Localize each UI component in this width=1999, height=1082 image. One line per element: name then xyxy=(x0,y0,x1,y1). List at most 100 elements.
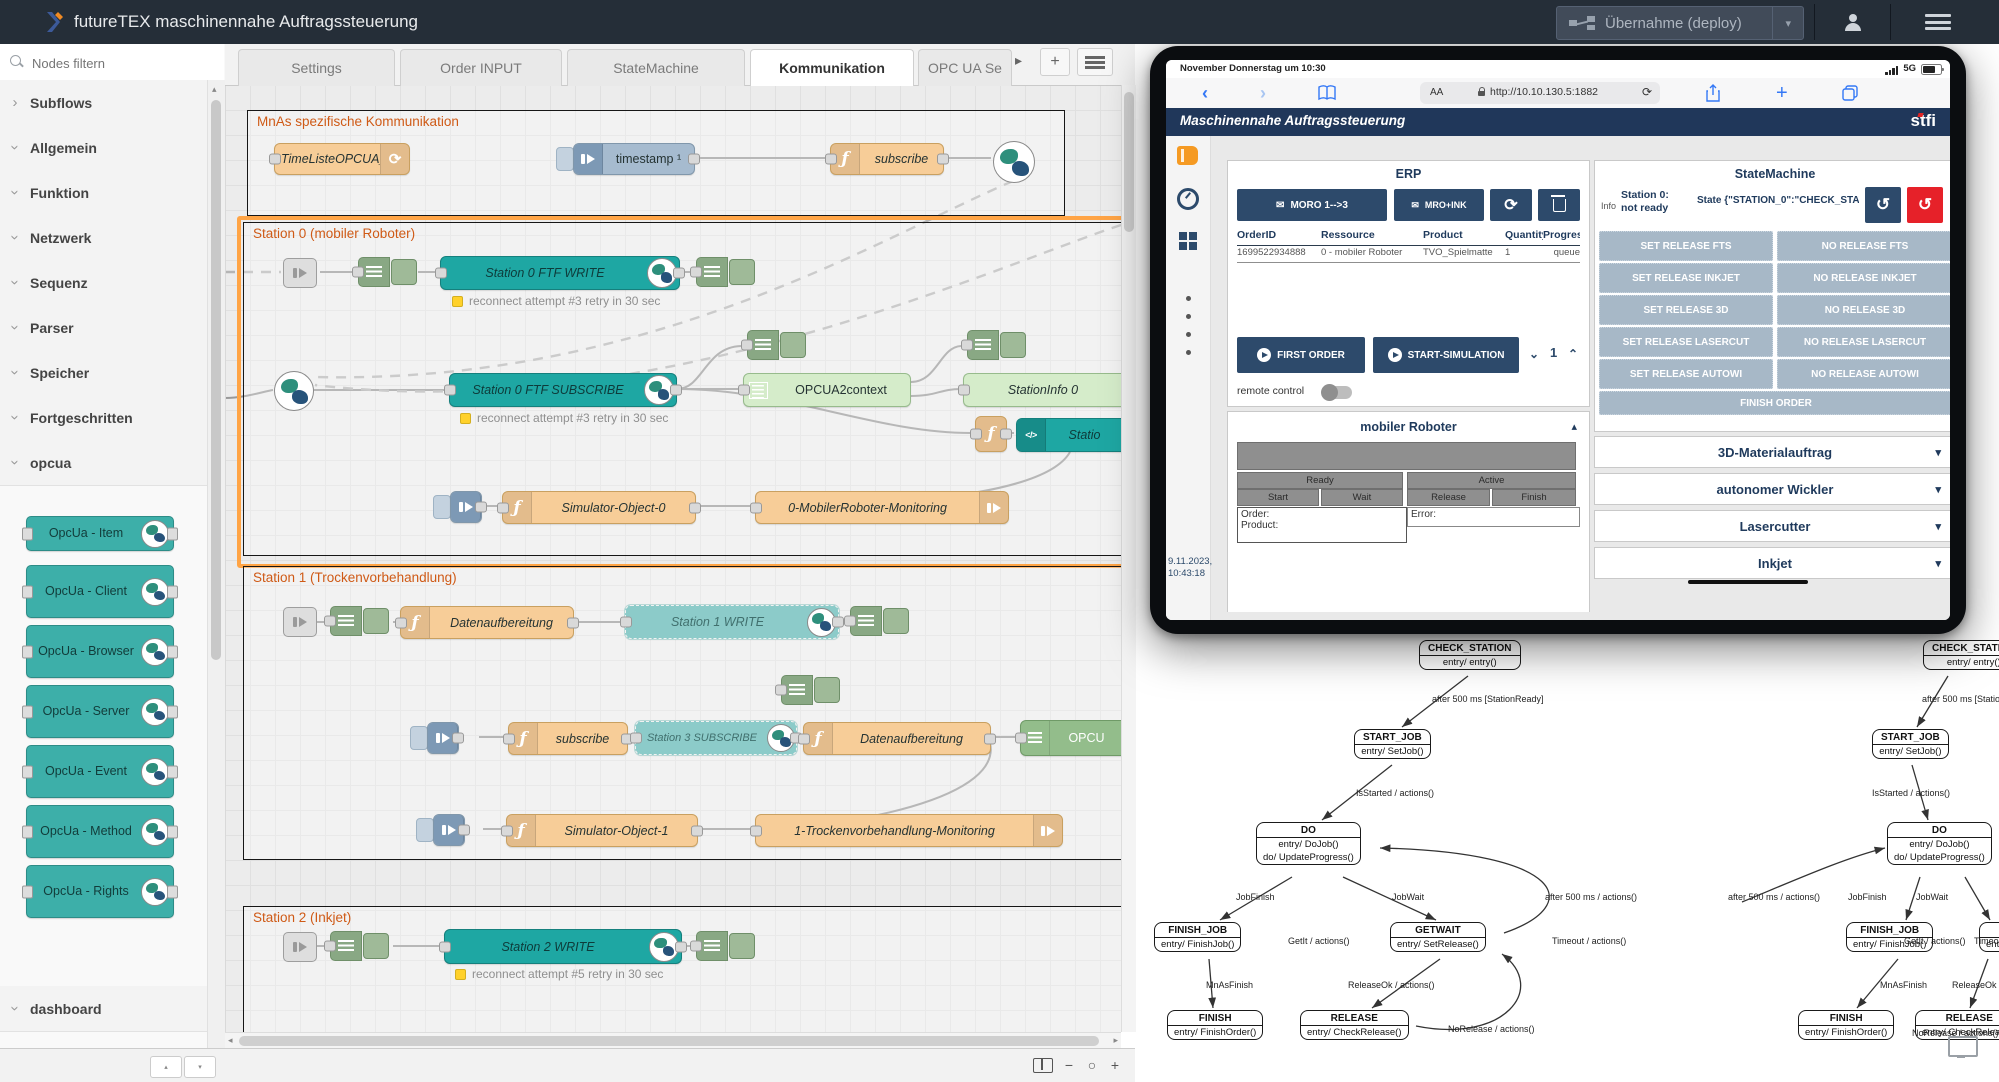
remote-control-toggle[interactable] xyxy=(1322,386,1352,399)
debug-toggle-button[interactable] xyxy=(391,259,417,285)
no-release-inkjet-button[interactable]: NO RELEASE INKJET xyxy=(1777,263,1950,293)
no-release-3d-button[interactable]: NO RELEASE 3D xyxy=(1777,295,1950,325)
canvas-horizontal-scrollbar[interactable]: ◂▸ xyxy=(225,1032,1121,1049)
active-button[interactable]: Active xyxy=(1407,472,1576,489)
node-inject[interactable] xyxy=(433,814,465,846)
scrollbar-thumb[interactable] xyxy=(1124,92,1134,232)
palette-category-netzwerk[interactable]: ›Netzwerk xyxy=(0,215,207,261)
zoom-out-button[interactable]: − xyxy=(1058,1054,1080,1076)
node-mobilerroboter-monitoring[interactable]: 0-MobilerRoboter-Monitoring xyxy=(755,491,1009,524)
node-debug[interactable] xyxy=(330,932,389,960)
zoom-reset-button[interactable]: ○ xyxy=(1081,1054,1103,1076)
palette-category-parser[interactable]: ›Parser xyxy=(0,305,207,351)
node-function-subscribe[interactable]: ƒsubscribe xyxy=(830,143,944,175)
node-link-in[interactable] xyxy=(283,607,317,637)
node-function-subscribe[interactable]: ƒsubscribe xyxy=(508,722,628,755)
count-decrement[interactable]: ⌄ xyxy=(1529,347,1539,361)
accordion-inkjet[interactable]: Inkjet▾ xyxy=(1594,547,1950,579)
refresh-orders-button[interactable]: ⟳ xyxy=(1490,189,1532,221)
palette-node-opcua-rights[interactable]: OpcUa - Rights xyxy=(26,865,174,918)
accordion-3d-materialauftrag[interactable]: 3D-Materialauftrag▾ xyxy=(1594,436,1950,468)
tab-order-input[interactable]: Order INPUT xyxy=(400,49,562,86)
no-release-autowi-button[interactable]: NO RELEASE AUTOWI xyxy=(1777,359,1950,389)
first-order-button[interactable]: FIRST ORDER xyxy=(1237,337,1365,373)
node-debug[interactable] xyxy=(696,258,755,286)
debug-toggle-button[interactable] xyxy=(363,933,389,959)
add-flow-button[interactable]: + xyxy=(1040,48,1070,76)
debug-toggle-button[interactable] xyxy=(780,332,806,358)
wait-button[interactable]: Wait xyxy=(1321,489,1403,506)
tab-settings[interactable]: Settings xyxy=(238,49,395,86)
back-button[interactable]: ‹ xyxy=(1202,78,1208,108)
finish-button[interactable]: Finish xyxy=(1492,489,1576,506)
orders-book-icon[interactable] xyxy=(1177,146,1198,165)
deploy-button[interactable]: Übernahme (deploy) ▾ xyxy=(1556,6,1804,40)
node-link-in[interactable] xyxy=(283,258,317,288)
new-tab-button[interactable]: + xyxy=(1776,78,1788,108)
search-input[interactable] xyxy=(30,51,214,75)
node-inject-timestamp[interactable]: timestamp ¹ xyxy=(573,143,695,175)
inject-button[interactable] xyxy=(410,726,428,750)
palette-node-opcua-method[interactable]: OpcUa - Method xyxy=(26,805,174,858)
set-release-3d-button[interactable]: SET RELEASE 3D xyxy=(1599,295,1773,325)
delete-orders-button[interactable] xyxy=(1538,189,1580,221)
node-station3-subscribe-disabled[interactable]: Station 3 SUBSCRIBE xyxy=(635,721,797,755)
expand-all-button[interactable]: ▾ xyxy=(184,1056,216,1078)
accordion-autonomer-wickler[interactable]: autonomer Wickler▾ xyxy=(1594,473,1950,505)
scroll-up-icon[interactable]: ▴ xyxy=(212,84,217,95)
gauge-icon[interactable] xyxy=(1177,188,1199,210)
palette-node-opcua-item[interactable]: OpcUa - Item xyxy=(26,516,174,551)
node-template-station[interactable]: </>Statio xyxy=(1016,418,1121,452)
inject-button[interactable] xyxy=(556,147,574,171)
node-debug[interactable] xyxy=(696,932,755,960)
node-inject[interactable] xyxy=(450,491,482,523)
palette-node-opcua-client[interactable]: OpcUa - Client xyxy=(26,565,174,618)
node-opcua2context[interactable]: OPCUA2context xyxy=(743,373,911,407)
collapse-all-button[interactable]: ▴ xyxy=(150,1056,182,1078)
node-datenaufbereitung[interactable]: ƒDatenaufbereitung xyxy=(803,722,991,755)
tab-statemachine[interactable]: StateMachine xyxy=(567,49,745,86)
tab-kommunikation[interactable]: Kommunikation xyxy=(750,49,914,86)
no-release-lasercut-button[interactable]: NO RELEASE LASERCUT xyxy=(1777,327,1950,357)
palette-category-fortgeschritten[interactable]: ›Fortgeschritten xyxy=(0,395,207,441)
node-debug[interactable] xyxy=(747,331,806,359)
tab-scroll-right-button[interactable]: ▸ xyxy=(1015,52,1022,69)
node-function-small[interactable]: ƒ xyxy=(975,416,1007,452)
mro-ink-button[interactable]: ✉MRO+INK xyxy=(1394,189,1484,221)
flow-canvas[interactable]: MnAs spezifische Kommunikation TimeListe… xyxy=(225,85,1121,1032)
node-debug[interactable] xyxy=(850,607,909,635)
grid-icon[interactable] xyxy=(1179,232,1197,250)
accordion-lasercutter[interactable]: Lasercutter▾ xyxy=(1594,510,1950,542)
palette-category-subflows[interactable]: ›Subflows xyxy=(0,80,207,126)
debug-toggle-button[interactable] xyxy=(729,933,755,959)
palette-category-dashboard[interactable]: ›dashboard xyxy=(0,986,207,1032)
set-release-autowi-button[interactable]: SET RELEASE AUTOWI xyxy=(1599,359,1773,389)
reader-aa-button[interactable]: AA xyxy=(1430,87,1443,98)
tabs-icon[interactable] xyxy=(1842,85,1858,101)
palette-node-opcua-browser[interactable]: OpcUa - Browser xyxy=(26,625,174,678)
inject-button[interactable] xyxy=(416,818,434,842)
node-debug[interactable] xyxy=(358,258,417,286)
flow-list-button[interactable] xyxy=(1077,48,1113,76)
node-station2-write[interactable]: Station 2 WRITE xyxy=(444,929,682,964)
node-opcua-globe[interactable] xyxy=(274,371,314,411)
node-simulator-object-1[interactable]: ƒSimulator-Object-1 xyxy=(506,814,698,847)
set-release-lasercut-button[interactable]: SET RELEASE LASERCUT xyxy=(1599,327,1773,357)
moro-button[interactable]: ✉MORO 1-->3 xyxy=(1237,189,1387,221)
palette-node-opcua-event[interactable]: OpcUa - Event xyxy=(26,745,174,798)
debug-toggle-button[interactable] xyxy=(814,677,840,703)
finish-order-button[interactable]: FINISH ORDER xyxy=(1599,391,1950,415)
node-link-in[interactable] xyxy=(283,932,317,962)
node-opcua-globe[interactable] xyxy=(993,141,1035,183)
release-button[interactable]: Release xyxy=(1407,489,1490,506)
user-menu-button[interactable] xyxy=(1822,0,1884,44)
node-opcua-out[interactable]: OPCU xyxy=(1020,720,1121,756)
palette-category-allgemein[interactable]: ›Allgemein xyxy=(0,125,207,171)
count-increment[interactable]: ⌃ xyxy=(1568,347,1578,361)
node-trockenvorbehandlung-monitoring[interactable]: 1-Trockenvorbehandlung-Monitoring xyxy=(755,814,1063,847)
node-station0-ftf-write[interactable]: Station 0 FTF WRITE xyxy=(440,256,680,290)
collapse-caret-icon[interactable]: ▴ xyxy=(1571,420,1577,433)
reset-button[interactable]: ↺ xyxy=(1865,187,1901,223)
debug-toggle-button[interactable] xyxy=(1000,332,1026,358)
node-stationinfo-0[interactable]: StationInfo 0 xyxy=(963,373,1121,407)
